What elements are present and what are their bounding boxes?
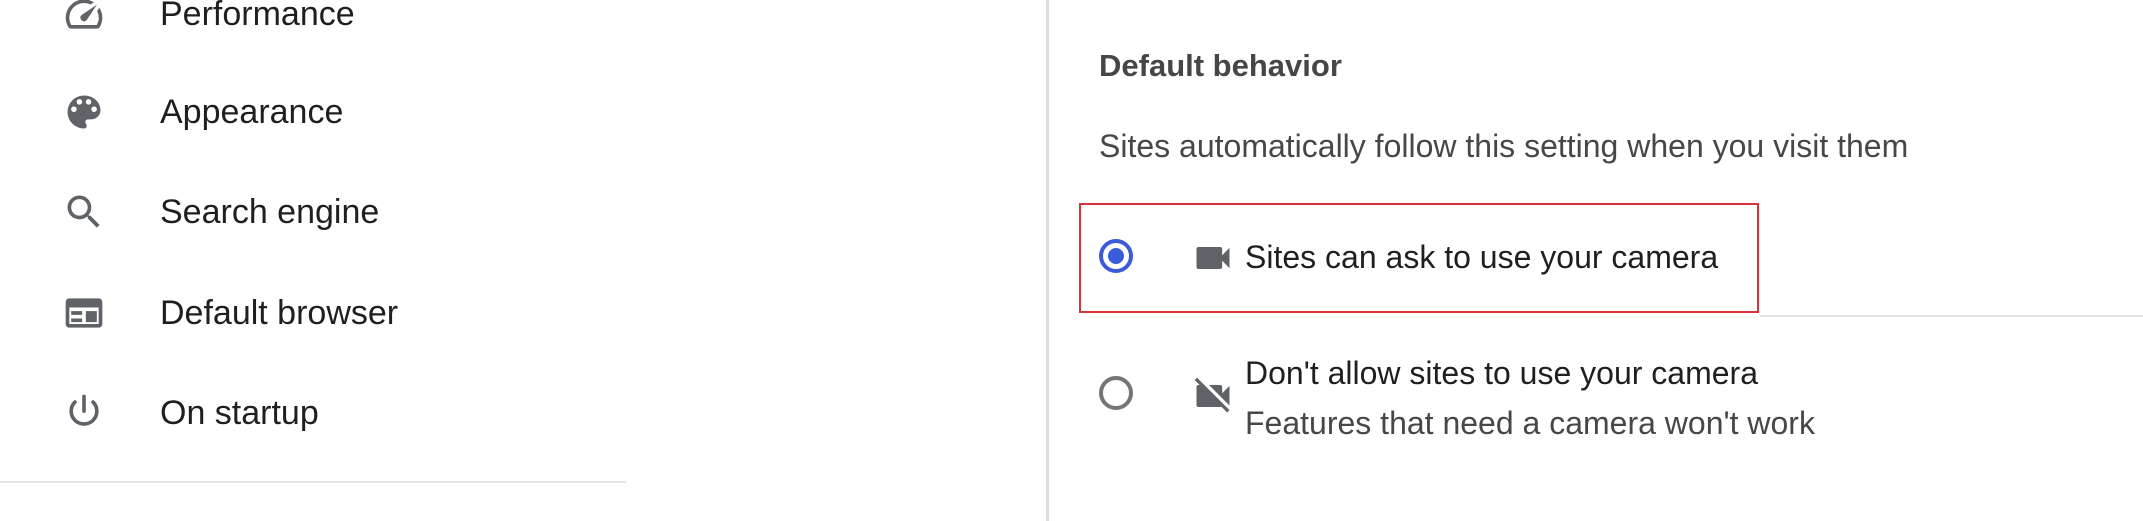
radio-button-checked[interactable] [1099,239,1133,273]
row-divider [1760,315,2143,317]
sidebar-item-search-engine[interactable]: Search engine [0,172,626,252]
speedometer-icon [62,0,106,36]
section-title: Default behavior [1099,48,1342,83]
sidebar-item-performance[interactable]: Performance [0,0,626,54]
sidebar-item-label: On startup [160,393,319,432]
videocam-off-icon [1191,374,1235,418]
section-description: Sites automatically follow this setting … [1099,128,1909,164]
settings-page: Performance Appearance Search engine Def… [0,0,2143,521]
browser-window-icon [62,291,106,335]
sidebar-item-label: Appearance [160,92,344,131]
option-label: Don't allow sites to use your camera [1245,355,1758,391]
sidebar-item-label: Performance [160,0,355,33]
settings-sidebar: Performance Appearance Search engine Def… [0,0,626,521]
sidebar-item-appearance[interactable]: Appearance [0,72,626,152]
camera-block-option[interactable]: Don't allow sites to use your camera Fea… [1079,340,2079,450]
palette-icon [62,90,106,134]
sidebar-divider [0,481,626,483]
option-label: Sites can ask to use your camera [1245,239,1719,275]
search-icon [62,190,106,234]
videocam-icon [1191,236,1235,280]
power-icon [62,391,106,435]
radio-button-unchecked[interactable] [1099,376,1133,410]
sidebar-item-default-browser[interactable]: Default browser [0,273,626,353]
option-sublabel: Features that need a camera won't work [1245,405,1815,441]
sidebar-item-label: Search engine [160,192,380,231]
camera-settings-panel: Default behavior Sites automatically fol… [1049,0,2143,521]
camera-allow-ask-option[interactable]: Sites can ask to use your camera [1079,203,1759,313]
sidebar-item-on-startup[interactable]: On startup [0,373,626,453]
sidebar-item-label: Default browser [160,293,399,332]
